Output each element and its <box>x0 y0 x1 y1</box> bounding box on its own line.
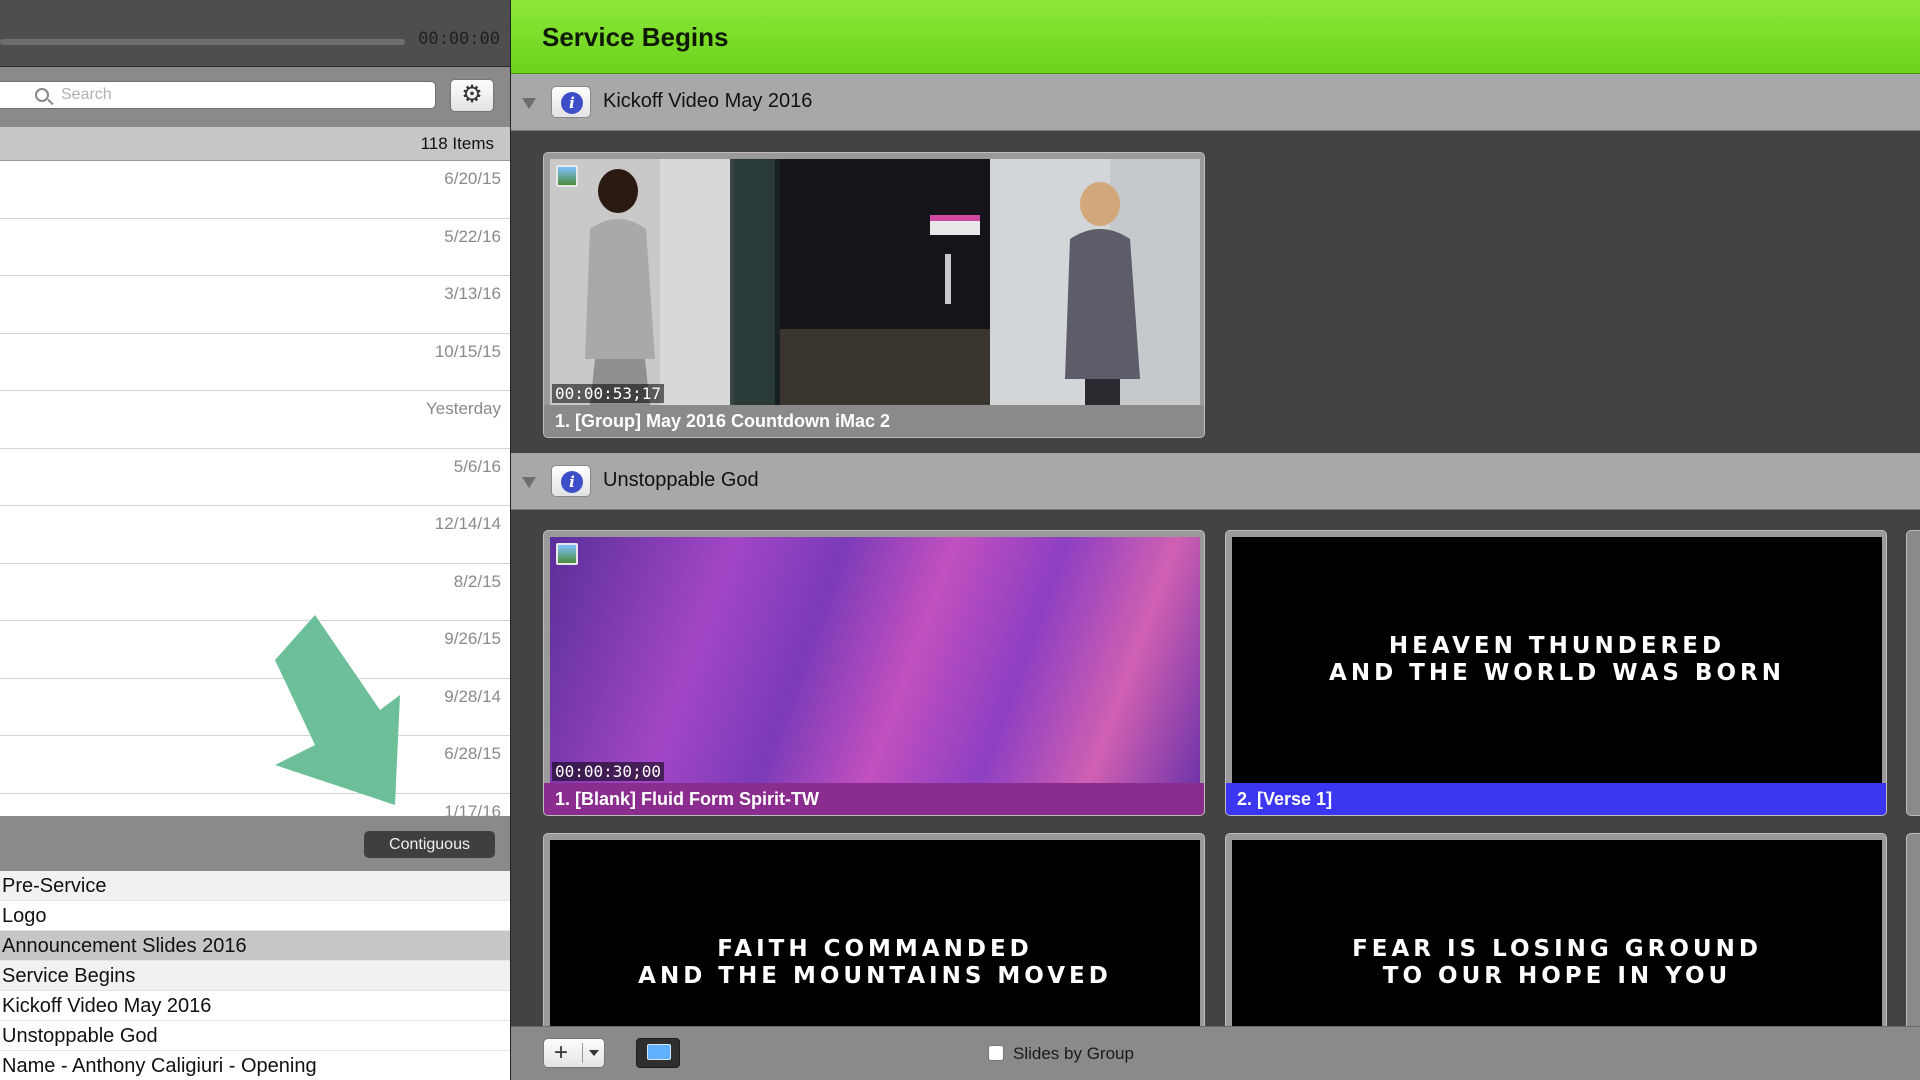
item-date: 3/13/16 <box>444 284 501 303</box>
slide-preview: 00:00:53;17 <box>550 159 1200 405</box>
slide-thumbnail[interactable]: 00:00:53;17 1. [Group] May 2016 Countdow… <box>543 152 1205 438</box>
video-frame-image <box>550 159 1200 405</box>
list-item[interactable]: 9/28/14 <box>0 679 510 736</box>
list-item[interactable]: 8/2/15 <box>0 564 510 621</box>
slide-label: 2. [Verse 1] <box>1226 783 1886 815</box>
group-name: Kickoff Video May 2016 <box>603 90 813 112</box>
gear-button[interactable]: ⚙ <box>450 79 494 112</box>
media-duration: 00:00:53;17 <box>552 384 664 403</box>
slide-thumbnail[interactable]: 00:00:30;00 1. [Blank] Fluid Form Spirit… <box>543 530 1205 816</box>
background-image <box>550 537 1200 783</box>
search-icon <box>35 88 49 102</box>
item-date: 12/14/14 <box>434 514 501 533</box>
playlist-item-logo[interactable]: Logo <box>0 901 510 931</box>
item-date: 5/6/16 <box>453 456 501 476</box>
info-icon: i <box>561 92 583 114</box>
item-date: 8/2/15 <box>453 571 501 591</box>
transport-bar: 00:00:00 <box>0 0 510 67</box>
slide-label: 1. [Blank] Fluid Form Spirit-TW <box>544 783 1204 815</box>
playlist-item-kickoff-video[interactable]: Kickoff Video May 2016 <box>0 991 510 1021</box>
transport-timecode: 00:00:00 <box>418 29 500 49</box>
list-item[interactable]: 9/26/15 <box>0 621 510 679</box>
chevron-down-icon[interactable] <box>589 1050 599 1056</box>
list-item[interactable]: 3/13/16 <box>0 276 510 334</box>
playlist-header-service-begins[interactable]: Service Begins <box>0 961 510 991</box>
disclosure-triangle-icon[interactable] <box>522 98 536 109</box>
gear-icon: ⚙ <box>461 81 483 108</box>
slide-label: 1. [Group] May 2016 Countdown iMac 2 <box>544 405 1204 437</box>
info-button[interactable]: i <box>551 465 591 497</box>
item-count: 118 Items <box>420 134 494 153</box>
item-date: 1/17/16 <box>444 801 501 817</box>
image-media-icon <box>556 165 578 187</box>
group-name: Unstoppable God <box>603 469 759 491</box>
transport-scrubber[interactable] <box>0 39 405 45</box>
slide-lyric: HEAVEN THUNDERED AND THE WORLD WAS BORN <box>1329 633 1785 686</box>
left-panel: 00:00:00 ⚙ 118 Items 6/20/15 5/22/16 3/1… <box>0 0 511 1080</box>
library-list: 6/20/15 5/22/16 3/13/16 10/15/15 Yesterd… <box>0 161 510 817</box>
list-item[interactable]: 5/22/16 <box>0 219 510 276</box>
list-item[interactable]: 1/17/16 <box>0 794 510 817</box>
playlist-header-pre-service[interactable]: Pre-Service <box>0 871 510 901</box>
search-input[interactable] <box>61 84 421 106</box>
disclosure-triangle-icon[interactable] <box>522 477 536 488</box>
list-item[interactable]: 6/20/15 <box>0 161 510 219</box>
slide-thumbnail[interactable]: HEAVEN THUNDERED AND THE WORLD WAS BORN … <box>1225 530 1887 816</box>
item-date: 6/28/15 <box>444 744 501 763</box>
list-item[interactable]: 10/15/15 <box>0 334 510 391</box>
list-item[interactable]: 12/14/14 <box>0 506 510 564</box>
item-date: 5/22/16 <box>444 226 501 246</box>
info-button[interactable]: i <box>551 86 591 118</box>
monitor-icon <box>647 1044 671 1060</box>
item-date: 10/15/15 <box>434 341 501 361</box>
playlist-toolbar: Contiguous <box>0 816 510 871</box>
info-icon: i <box>561 471 583 493</box>
item-date: 6/20/15 <box>444 169 501 188</box>
list-item[interactable]: Yesterday <box>0 391 510 449</box>
add-slide-button[interactable]: + <box>543 1038 605 1068</box>
playlist-item-name[interactable]: Name - Anthony Caligiuri - Opening <box>0 1051 510 1080</box>
library-header: 118 Items <box>0 127 510 161</box>
playlist: Pre-Service Logo Announcement Slides 201… <box>0 871 510 1080</box>
item-date: 9/26/15 <box>444 629 501 648</box>
slide-thumbnail-partial[interactable] <box>1906 530 1920 816</box>
group-header-unstoppable-god[interactable]: i Unstoppable God <box>511 453 1920 510</box>
arrow-down-icon <box>275 615 400 805</box>
image-media-icon <box>556 543 578 565</box>
list-item[interactable]: 5/6/16 <box>0 449 510 506</box>
slides-by-group-label: Slides by Group <box>1013 1044 1134 1063</box>
item-date: 9/28/14 <box>444 686 501 706</box>
slides-by-group-checkbox[interactable] <box>988 1045 1004 1061</box>
document-header: Service Begins <box>511 0 1920 74</box>
library-search-bar: ⚙ <box>0 67 510 127</box>
contiguous-button[interactable]: Contiguous <box>364 831 495 858</box>
playlist-item-unstoppable-god[interactable]: Unstoppable God <box>0 1021 510 1051</box>
slide-preview: 00:00:30;00 <box>550 537 1200 783</box>
slide-preview: HEAVEN THUNDERED AND THE WORLD WAS BORN <box>1232 537 1882 783</box>
plus-icon: + <box>554 1039 569 1066</box>
video-frame-image <box>550 159 1200 405</box>
group-header-kickoff[interactable]: i Kickoff Video May 2016 <box>511 74 1920 131</box>
document-panel: Service Begins i Kickoff Video May 2016 <box>511 0 1920 1080</box>
show-output-button[interactable] <box>636 1038 680 1068</box>
item-date: Yesterday <box>426 399 501 418</box>
document-toolbar: + Slides by Group <box>511 1026 1920 1080</box>
list-item[interactable]: 6/28/15 <box>0 736 510 794</box>
media-duration: 00:00:30;00 <box>552 762 664 781</box>
playlist-item-announcements[interactable]: Announcement Slides 2016 <box>0 931 510 961</box>
document-title: Service Begins <box>542 22 729 52</box>
search-field[interactable] <box>0 81 436 109</box>
